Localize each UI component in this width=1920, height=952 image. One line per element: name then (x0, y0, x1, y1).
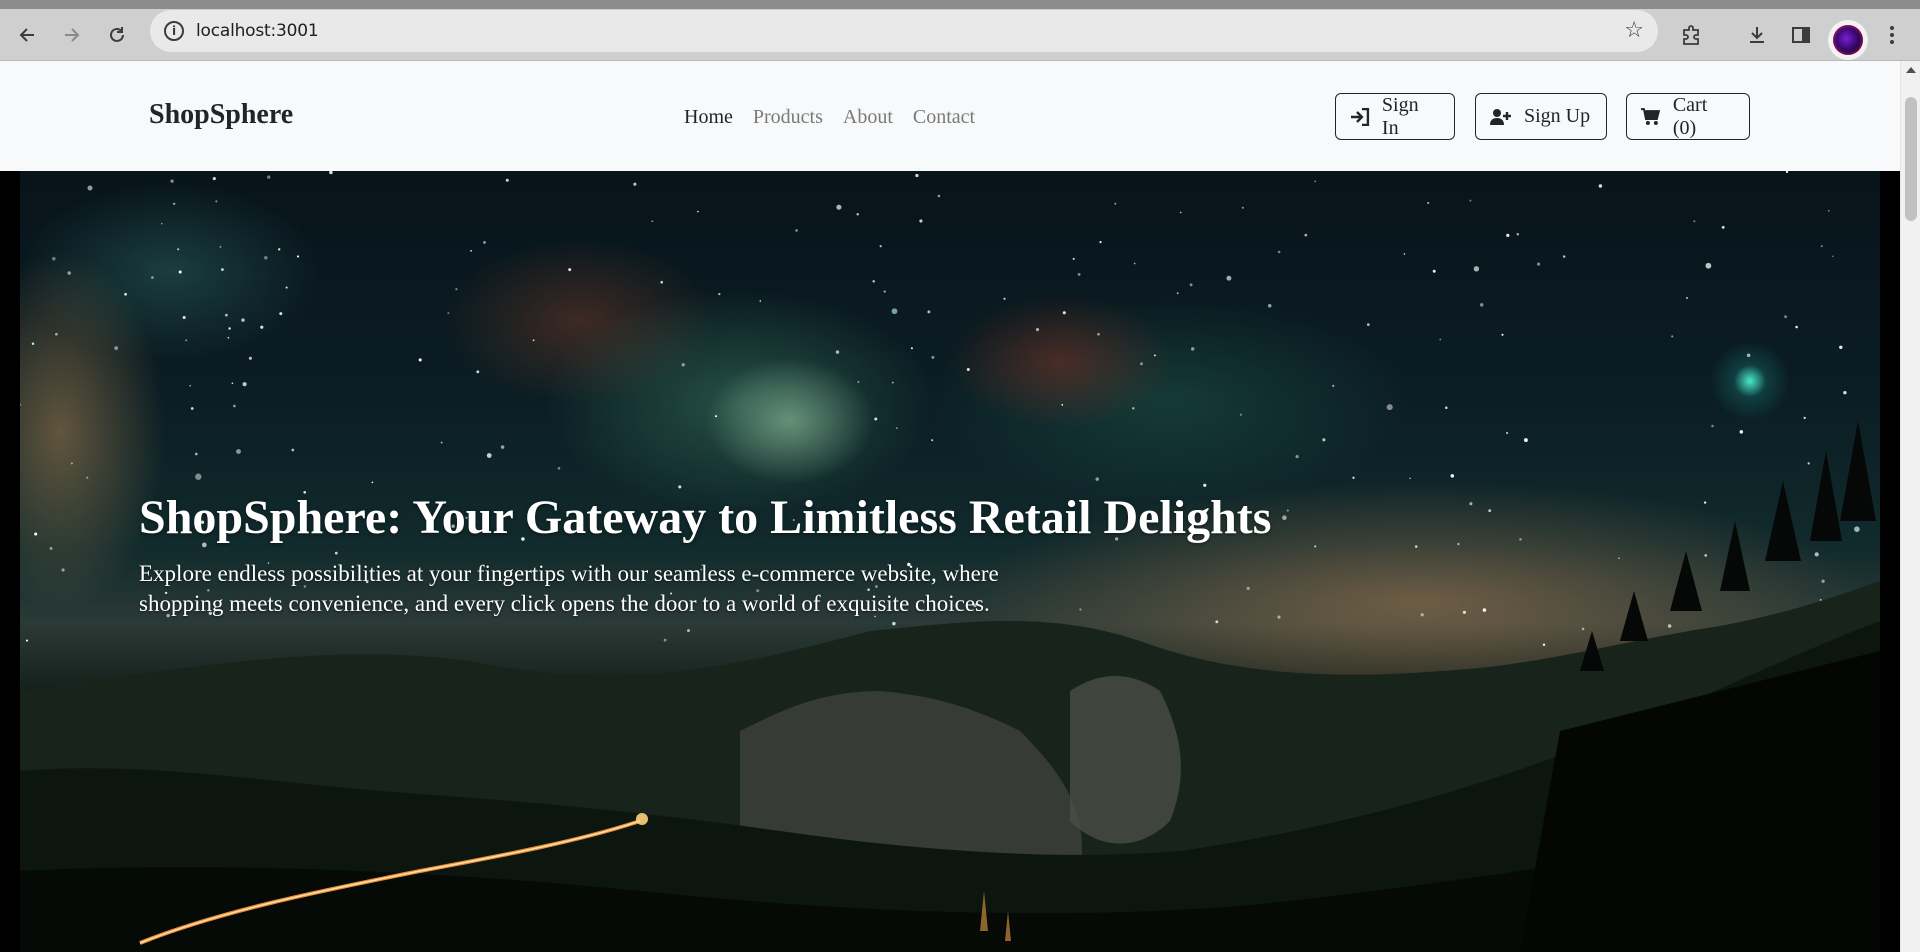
bookmark-star-icon[interactable]: ☆ (1624, 18, 1644, 43)
sign-in-icon (1350, 107, 1370, 126)
download-icon[interactable] (1740, 18, 1774, 52)
forward-arrow-icon[interactable] (55, 18, 89, 52)
side-panel-icon[interactable] (1784, 18, 1818, 52)
more-menu-icon[interactable] (1875, 18, 1909, 52)
scroll-up-arrow-icon[interactable] (1906, 67, 1916, 73)
page-viewport: ShopSphere Home Products About Contact S… (0, 61, 1920, 952)
nav-links: Home Products About Contact (684, 106, 975, 129)
avatar-image (1833, 25, 1863, 55)
scrollbar-thumb[interactable] (1905, 97, 1917, 221)
sign-up-button[interactable]: Sign Up (1475, 93, 1607, 140)
brand-logo[interactable]: ShopSphere (149, 99, 293, 131)
sign-up-label: Sign Up (1524, 105, 1591, 127)
cart-label: Cart (0) (1672, 93, 1708, 139)
site-navbar: ShopSphere Home Products About Contact S… (0, 61, 1900, 171)
page-scrollbar[interactable] (1900, 61, 1920, 952)
hero-section: ShopSphere: Your Gateway to Limitless Re… (20, 171, 1880, 952)
nav-link-home[interactable]: Home (684, 106, 733, 129)
profile-avatar[interactable] (1828, 20, 1868, 60)
hero-title: ShopSphere: Your Gateway to Limitless Re… (139, 491, 1272, 544)
url-text[interactable]: localhost:3001 (196, 21, 319, 41)
hero-description: Explore endless possibilities at your fi… (139, 561, 999, 616)
shopping-cart-icon (1641, 107, 1661, 125)
cart-button[interactable]: Cart (0) (1626, 93, 1750, 140)
nav-link-products[interactable]: Products (753, 106, 823, 129)
nav-link-contact[interactable]: Contact (913, 106, 975, 129)
extensions-icon[interactable] (1674, 18, 1708, 52)
sign-in-label: Sign In (1381, 93, 1419, 139)
add-user-icon (1490, 108, 1511, 125)
browser-toolbar: i localhost:3001 ☆ (0, 0, 1920, 61)
site-info-icon[interactable]: i (164, 21, 184, 41)
back-arrow-icon[interactable] (10, 18, 44, 52)
reload-icon[interactable] (100, 18, 134, 52)
nav-link-about[interactable]: About (843, 106, 893, 129)
sign-in-button[interactable]: Sign In (1335, 93, 1455, 140)
address-bar[interactable]: i localhost:3001 ☆ (150, 10, 1658, 52)
